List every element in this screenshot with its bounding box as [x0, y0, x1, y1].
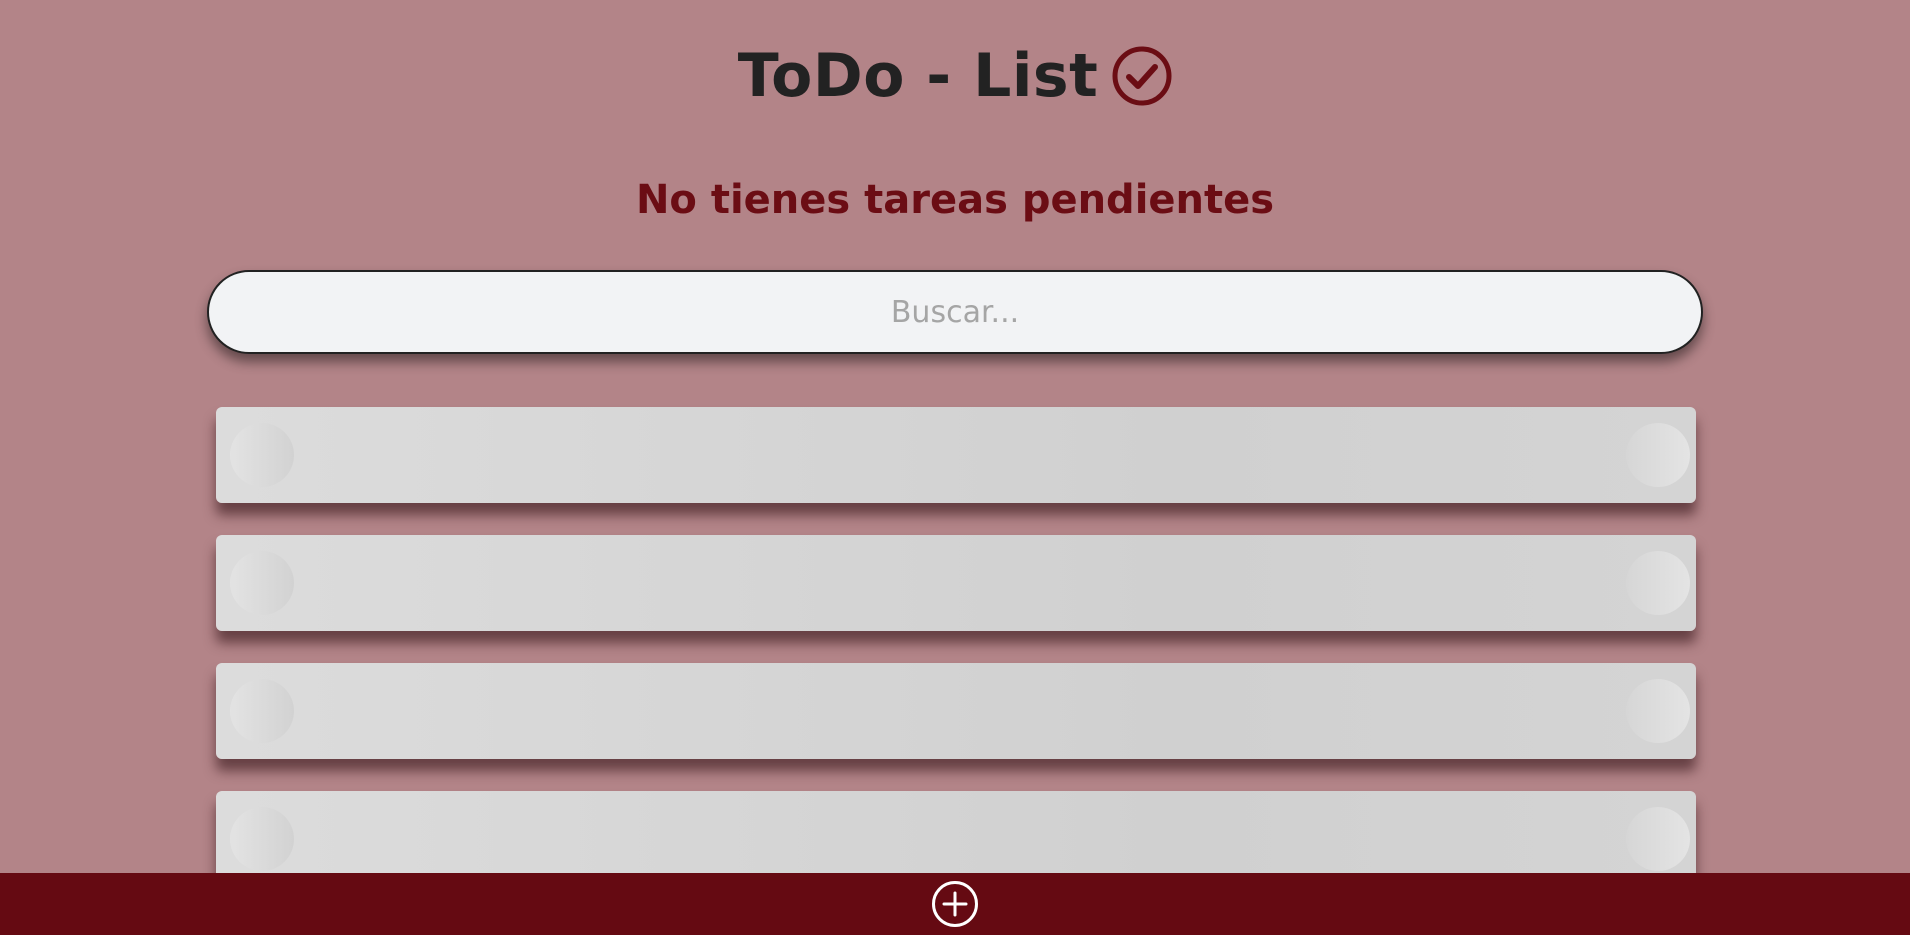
- check-placeholder-icon: [230, 551, 294, 615]
- delete-placeholder-icon: [1626, 679, 1690, 743]
- delete-placeholder-icon: [1626, 551, 1690, 615]
- search-input[interactable]: [207, 270, 1703, 354]
- check-placeholder-icon: [230, 807, 294, 871]
- delete-placeholder-icon: [1626, 807, 1690, 871]
- footer-bar: [0, 873, 1910, 935]
- check-placeholder-icon: [230, 679, 294, 743]
- check-placeholder-icon: [230, 423, 294, 487]
- add-task-button[interactable]: [930, 879, 980, 929]
- todo-item-skeleton: [216, 535, 1696, 631]
- check-circle-icon: [1112, 46, 1172, 106]
- pending-tasks-message: No tienes tareas pendientes: [635, 177, 1275, 223]
- todo-item-skeleton: [216, 663, 1696, 759]
- app-header: ToDo - List: [0, 36, 1910, 116]
- todo-list: [216, 407, 1696, 919]
- app-title: ToDo - List: [737, 41, 1099, 111]
- delete-placeholder-icon: [1626, 423, 1690, 487]
- todo-item-skeleton: [216, 407, 1696, 503]
- plus-circle-icon: [932, 881, 978, 927]
